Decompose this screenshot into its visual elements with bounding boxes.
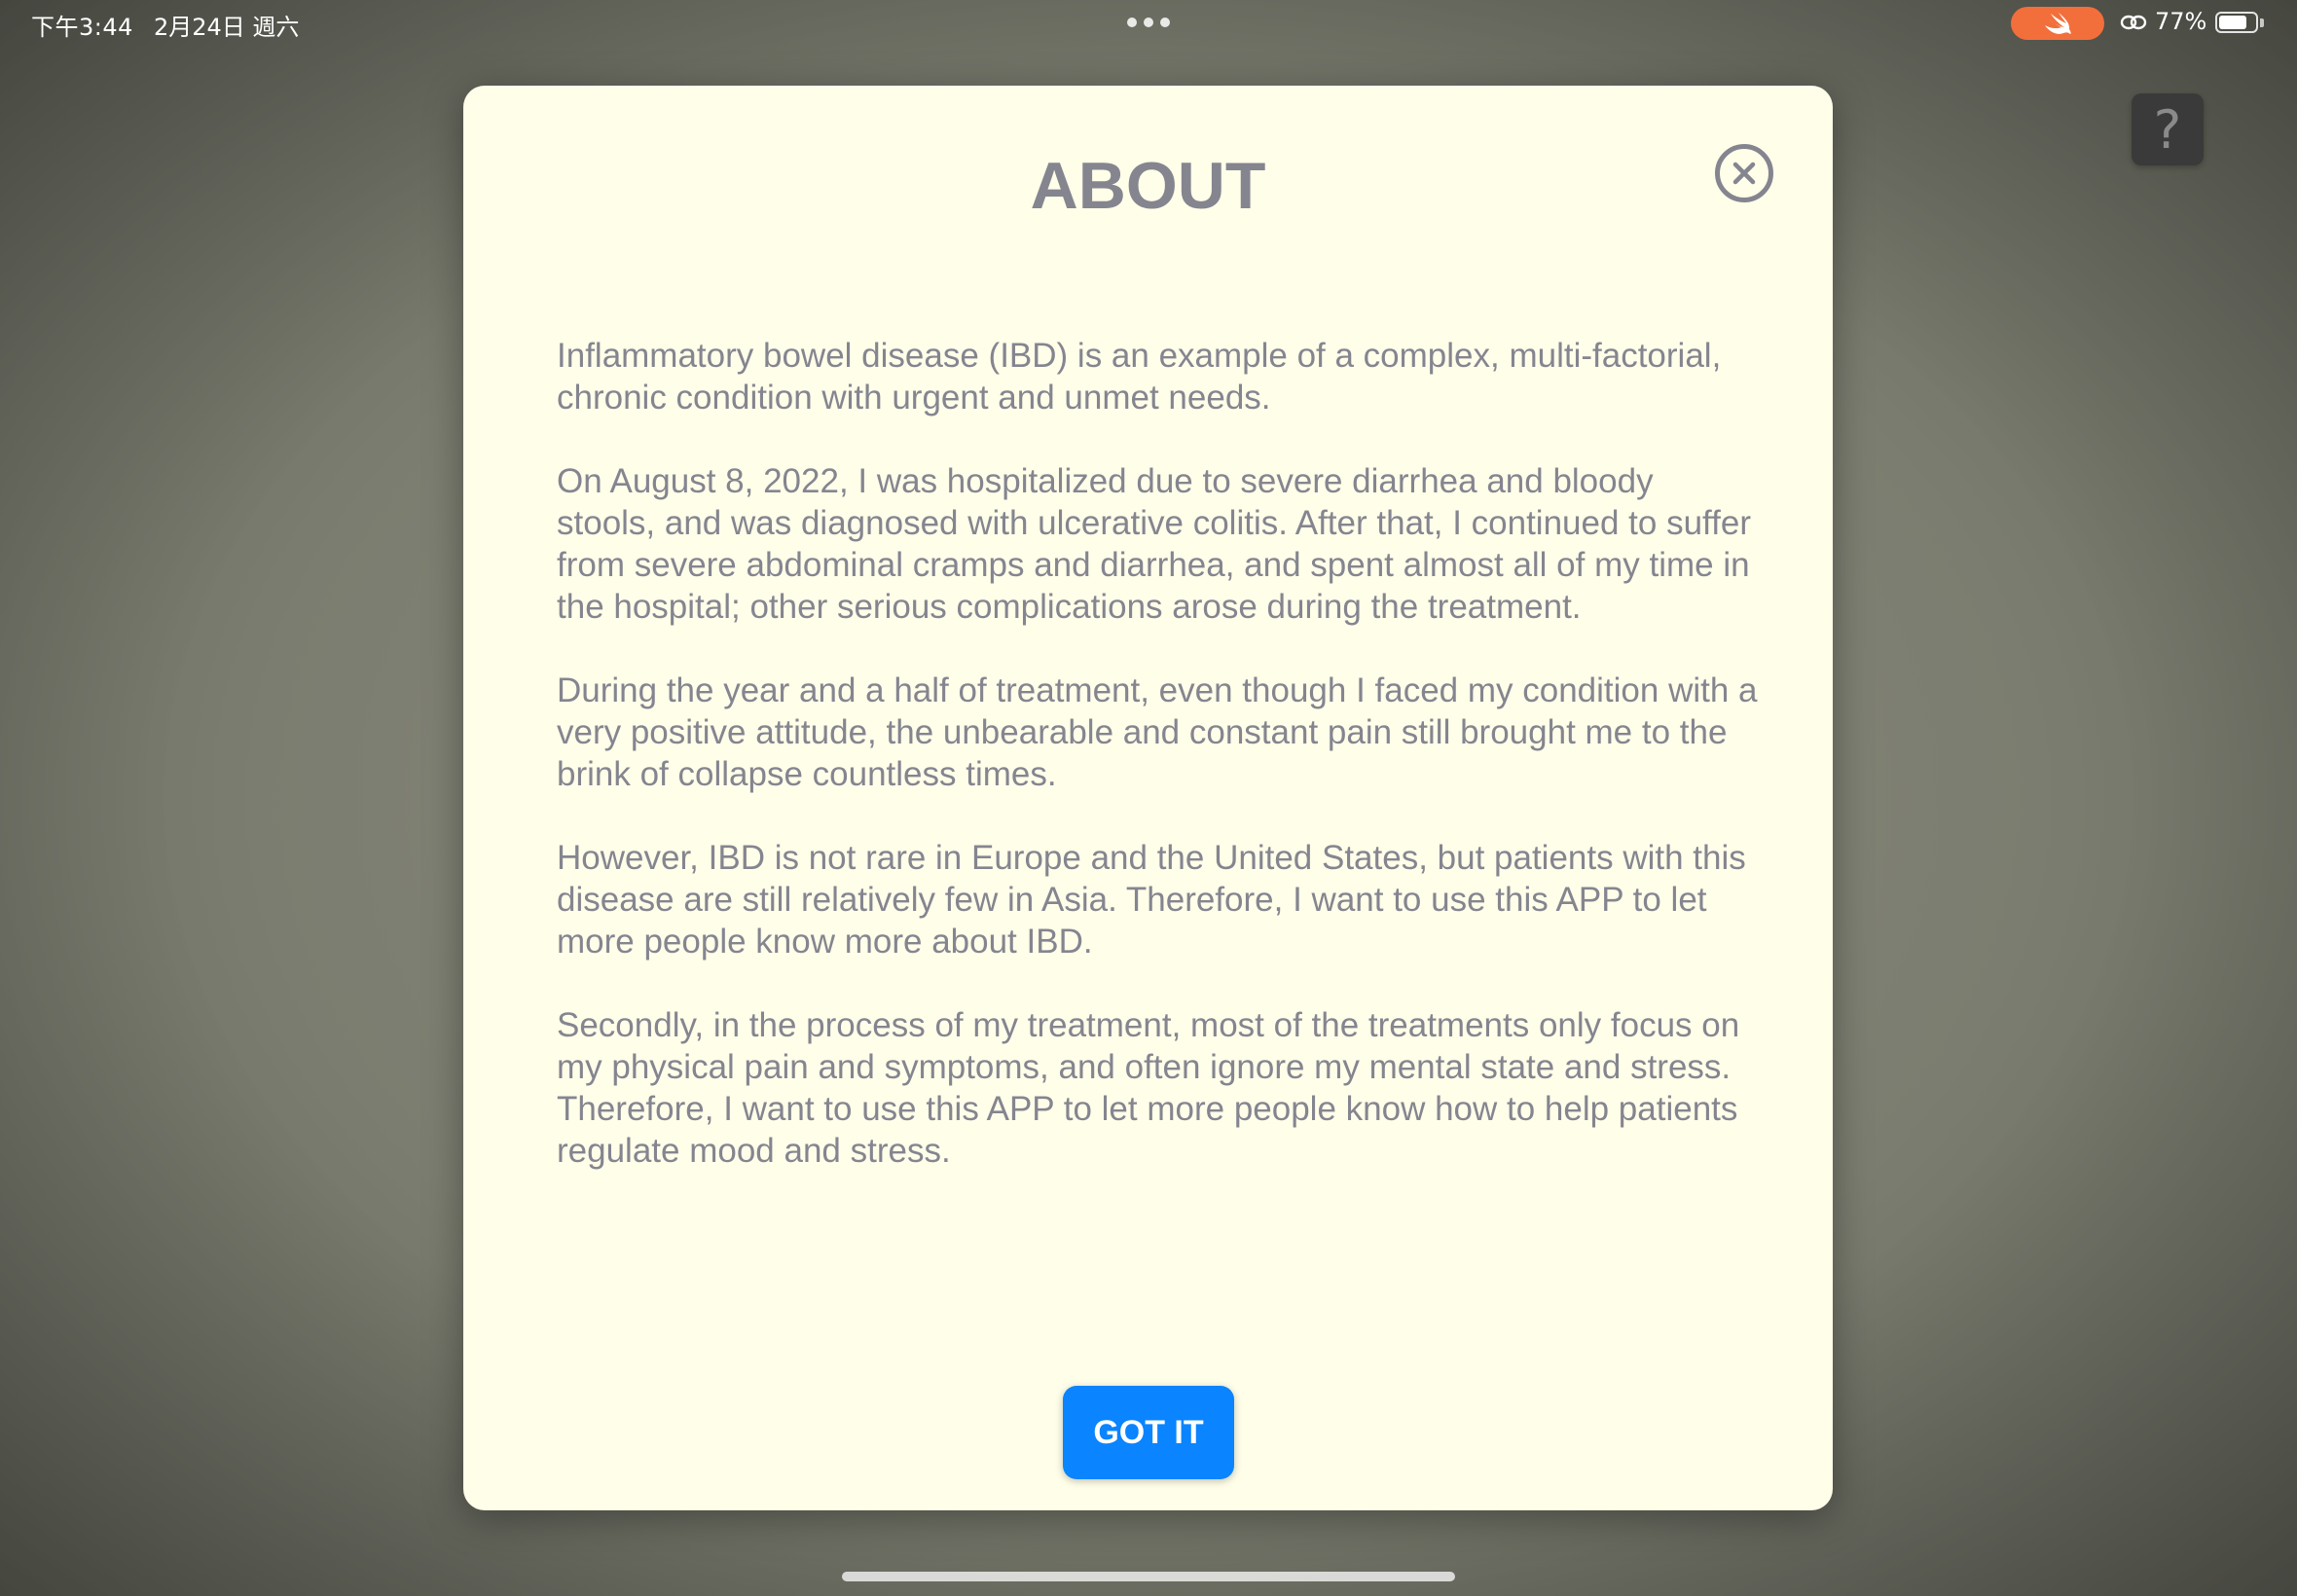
status-time: 下午3:44	[31, 14, 133, 41]
help-button[interactable]: ?	[2132, 93, 2204, 165]
about-paragraph: During the year and a half of treatment,…	[557, 671, 1758, 793]
swift-playgrounds-indicator[interactable]	[2011, 7, 2104, 40]
about-paragraph: On August 8, 2022, I was hospitalized du…	[557, 462, 1751, 626]
about-paragraph: Inflammatory bowel disease (IBD) is an e…	[557, 337, 1722, 417]
status-date: 2月24日 週六	[154, 14, 300, 41]
about-paragraph: Secondly, in the process of my treatment…	[557, 1006, 1740, 1170]
about-modal: ABOUT Inflammatory bowel disease (IBD) i…	[463, 86, 1833, 1510]
modal-title: ABOUT	[1030, 149, 1266, 223]
about-text: Inflammatory bowel disease (IBD) is an e…	[557, 335, 1758, 1214]
battery-nub	[2260, 18, 2264, 27]
home-indicator[interactable]	[842, 1572, 1455, 1581]
close-icon	[1732, 162, 1756, 185]
about-paragraph: However, IBD is not rare in Europe and t…	[557, 839, 1746, 961]
battery-icon	[2215, 12, 2258, 33]
battery-percentage: 77%	[2155, 8, 2207, 35]
question-mark-icon: ?	[2153, 99, 2182, 161]
app-screen: { "status_bar": { "time": "下午3:44", "dat…	[0, 0, 2297, 1596]
got-it-button[interactable]: GOT IT	[1063, 1386, 1234, 1479]
status-bar: 下午3:44 2月24日 週六 77%	[0, 0, 2297, 47]
close-button[interactable]	[1715, 144, 1773, 202]
swift-icon	[2045, 13, 2071, 34]
link-icon	[2120, 15, 2147, 30]
multitasking-dots-icon[interactable]	[1127, 18, 1170, 27]
